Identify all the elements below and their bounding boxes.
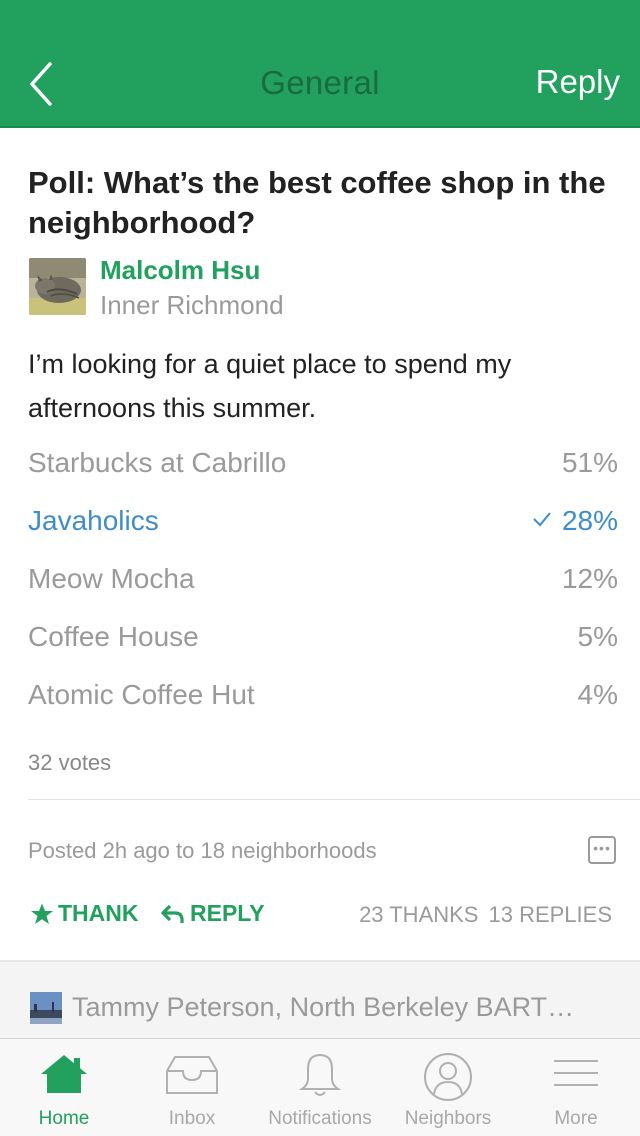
tab-notifications[interactable]: Notifications <box>256 1039 384 1136</box>
tab-label: Inbox <box>168 1108 216 1129</box>
post-actions: THANK REPLY 23 THANKS 13 REPLIES <box>28 900 618 932</box>
posted-info: Posted 2h ago to 18 neighborhoods <box>28 838 377 863</box>
poll-option[interactable]: Meow Mocha 12% <box>28 551 618 609</box>
star-icon <box>31 903 53 924</box>
poll-option-label: Atomic Coffee Hut <box>28 679 255 710</box>
checkmark-icon <box>533 512 551 527</box>
neighbors-icon <box>424 1053 472 1101</box>
nav-bar: General Reply <box>0 0 640 128</box>
landscape-photo-icon <box>30 992 62 1024</box>
poll-option-label: Starbucks at Cabrillo <box>28 447 287 478</box>
divider <box>28 799 640 800</box>
ellipsis-icon: ••• <box>593 840 611 856</box>
replies-count[interactable]: 13 REPLIES <box>488 902 612 927</box>
post-card: Poll: What’s the best coffee shop in the… <box>0 130 640 960</box>
reply-arrow-icon <box>161 904 184 923</box>
post-stats: 23 THANKS 13 REPLIES <box>349 902 612 928</box>
poll-option[interactable]: Coffee House 5% <box>28 609 618 667</box>
inbox-icon <box>166 1056 218 1094</box>
tab-more[interactable]: More <box>512 1039 640 1136</box>
next-post-thumbnail <box>30 992 62 1024</box>
thank-label: THANK <box>58 900 139 926</box>
post-title: Poll: What’s the best coffee shop in the… <box>28 165 606 240</box>
reply-nav-button[interactable]: Reply <box>536 63 620 101</box>
next-post-preview[interactable]: Tammy Peterson, North Berkeley BART… <box>0 962 640 1038</box>
menu-icon <box>554 1060 598 1086</box>
tab-home[interactable]: Home <box>0 1039 128 1136</box>
tab-label: Notifications <box>268 1108 372 1129</box>
thanks-count[interactable]: 23 THANKS <box>359 902 478 927</box>
next-post-author: Tammy Peterson, North Berkeley BART… <box>72 992 575 1022</box>
poll-option-selected[interactable]: Javaholics 28% <box>28 493 618 551</box>
poll-option-percent: 5% <box>577 621 618 652</box>
thank-button[interactable]: THANK <box>30 900 139 927</box>
reply-label: REPLY <box>190 900 265 926</box>
poll-option-percent: 28% <box>561 505 618 536</box>
poll-option-label: Javaholics <box>28 505 159 536</box>
tab-label: More <box>554 1108 598 1129</box>
post-body: I’m looking for a quiet place to spend m… <box>28 349 512 423</box>
poll-option-percent: 12% <box>561 563 618 594</box>
home-icon <box>41 1055 87 1093</box>
poll-option[interactable]: Starbucks at Cabrillo 51% <box>28 435 618 493</box>
cat-photo-icon <box>29 258 86 315</box>
poll-option-label: Coffee House <box>28 621 199 652</box>
vote-count: 32 votes <box>28 750 112 775</box>
poll-option-percent: 4% <box>577 679 618 710</box>
poll-option-percent-wrap: 28% <box>532 505 618 537</box>
author-name[interactable]: Malcolm Hsu <box>100 255 260 286</box>
tab-bar: Home Inbox Notifications Neighbors More <box>0 1038 640 1136</box>
tab-inbox[interactable]: Inbox <box>128 1039 256 1136</box>
poll: Starbucks at Cabrillo 51% Javaholics 28%… <box>28 435 618 725</box>
tab-neighbors[interactable]: Neighbors <box>384 1039 512 1136</box>
author-avatar[interactable] <box>29 258 86 315</box>
poll-option[interactable]: Atomic Coffee Hut 4% <box>28 667 618 725</box>
bell-icon <box>298 1053 342 1096</box>
poll-option-label: Meow Mocha <box>28 563 195 594</box>
more-options-button[interactable]: ••• <box>588 836 616 864</box>
author-neighborhood: Inner Richmond <box>100 290 284 320</box>
reply-button[interactable]: REPLY <box>160 900 265 927</box>
poll-option-percent: 51% <box>561 447 618 478</box>
tab-label: Neighbors <box>404 1108 492 1129</box>
